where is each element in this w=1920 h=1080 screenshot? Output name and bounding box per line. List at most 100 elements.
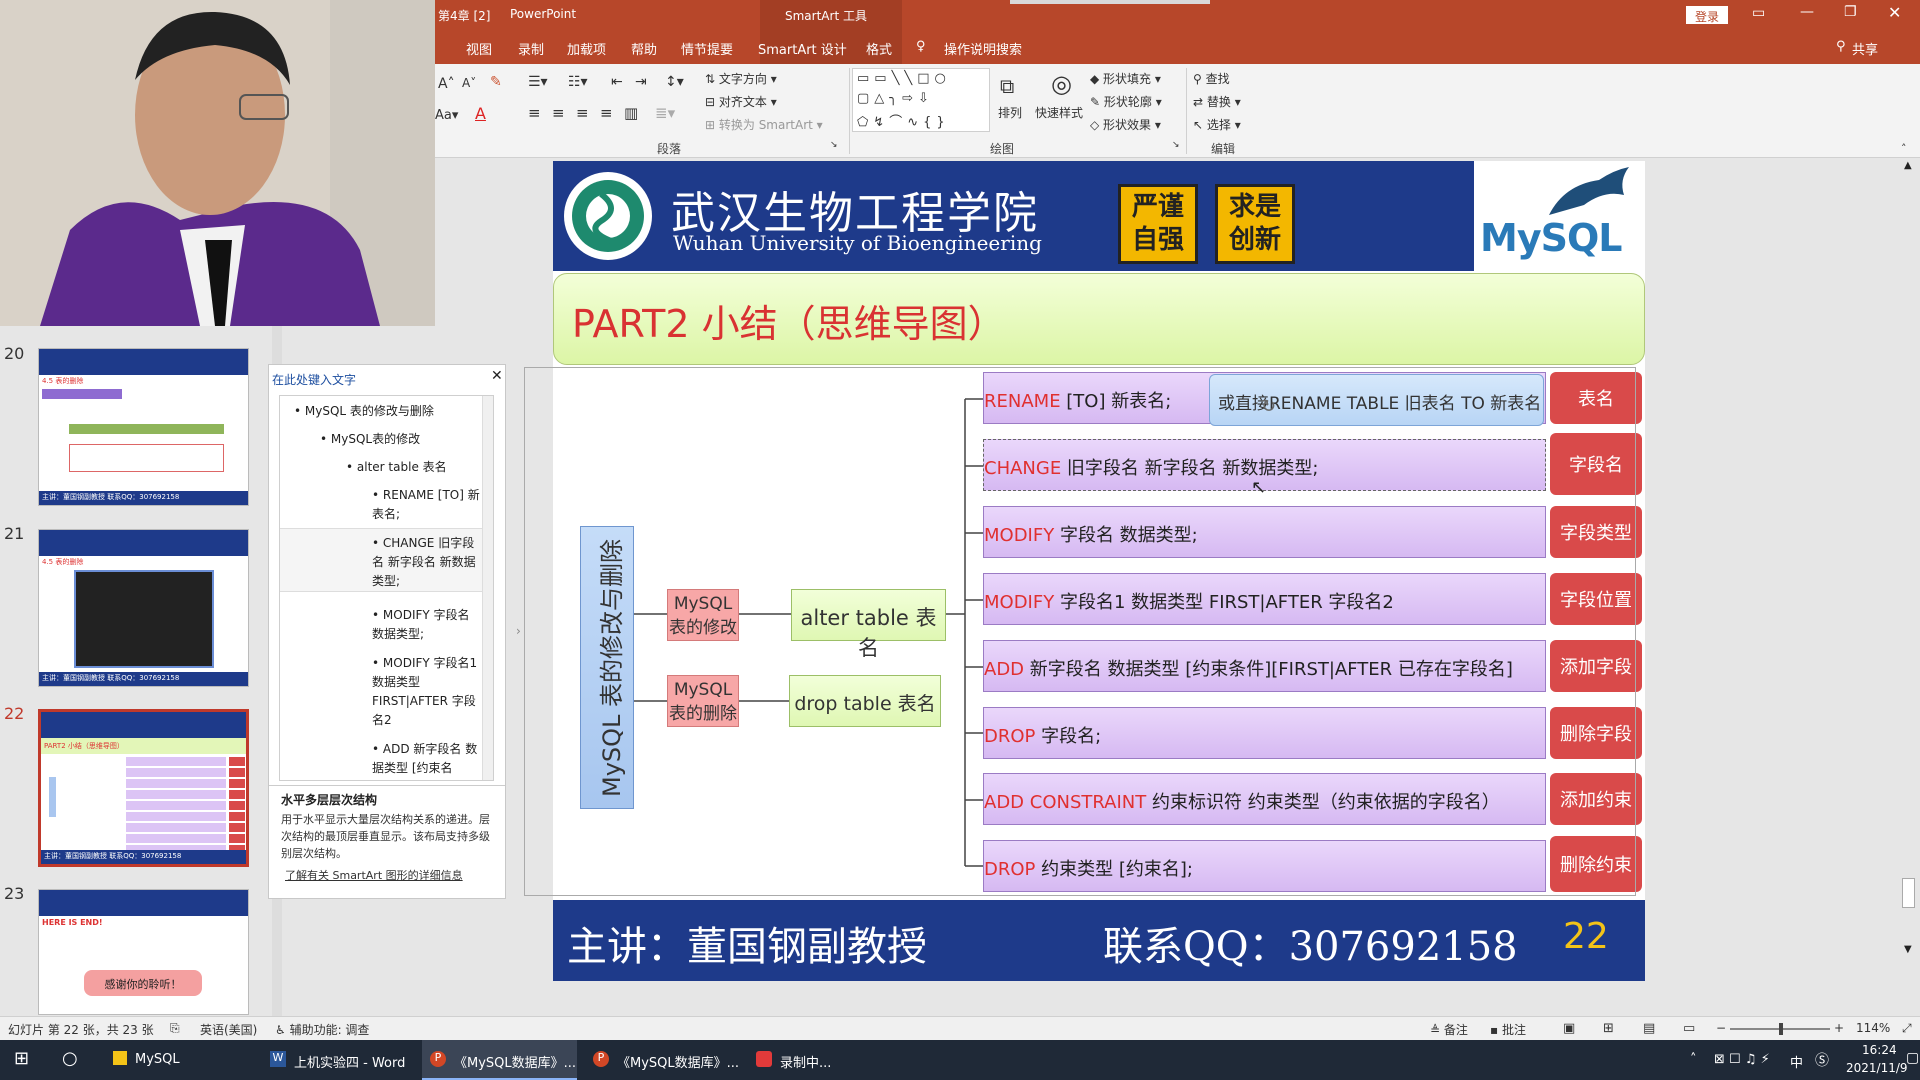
notifications-icon[interactable]: ▢ xyxy=(1906,1040,1919,1080)
slide-thumbnail-23[interactable]: HERE IS END! 感谢你的聆听！ xyxy=(38,889,249,1015)
tray-icons[interactable]: ⊠ ☐ ♫ ⚡ xyxy=(1714,1040,1770,1080)
text-pane-item[interactable]: • RENAME [TO] 新表名; xyxy=(372,486,482,524)
clear-format-icon[interactable]: ✎ xyxy=(490,74,502,90)
arrange-button[interactable]: 排列 xyxy=(998,104,1022,121)
shapes-row-3[interactable]: ⬠↯⌒∿{} xyxy=(857,111,950,130)
shape-effects-button[interactable]: ◇ 形状效果 ▾ xyxy=(1090,116,1161,133)
text-pane-item[interactable]: • alter table 表名 xyxy=(346,458,447,475)
tab-format[interactable]: 格式 xyxy=(866,39,892,58)
accessibility-status[interactable]: ♿ 辅助功能: 调查 xyxy=(275,1021,369,1038)
numbering-icon[interactable]: ☷▾ xyxy=(568,74,588,90)
fit-window-icon[interactable]: ⤢ xyxy=(1902,1021,1912,1036)
text-pane-item[interactable]: • MySQL表的修改 xyxy=(320,430,420,447)
statement-row[interactable]: DROP 约束类型 [约束名]; xyxy=(983,840,1546,892)
ime-icon[interactable]: Ⓢ xyxy=(1815,1040,1829,1080)
minimize-icon[interactable]: — xyxy=(1800,4,1814,20)
close-icon[interactable]: ✕ xyxy=(1888,3,1901,22)
taskbar-item[interactable]: 录制中... xyxy=(748,1040,898,1080)
shrink-font-icon[interactable]: A˅ xyxy=(462,76,476,90)
drawing-launcher-icon[interactable]: ↘ xyxy=(1172,140,1180,150)
text-pane-item[interactable]: • MODIFY 字段名 数据类型; xyxy=(372,606,482,644)
zoom-slider-thumb[interactable] xyxy=(1779,1023,1783,1035)
slide-canvas[interactable]: 武汉生物工程学院 Wuhan University of Bioengineer… xyxy=(553,161,1645,981)
tab-help[interactable]: 帮助 xyxy=(631,39,657,58)
shape-outline-button[interactable]: ✎ 形状轮廓 ▾ xyxy=(1090,93,1162,110)
shapes-gallery[interactable]: ▭▭╲╲□○ ▢△╮⇨⇩ ⬠↯⌒∿{} xyxy=(852,68,990,132)
zoom-out-icon[interactable]: − xyxy=(1716,1021,1726,1035)
distribute-icon[interactable]: ≣▾ xyxy=(655,104,675,122)
text-pane-toggle-icon[interactable]: › xyxy=(516,624,521,638)
rotate-handle-icon[interactable]: ↻ xyxy=(1261,396,1276,417)
zoom-level[interactable]: 114% xyxy=(1856,1021,1890,1035)
editor-scrollbar[interactable]: ▲ ▼ xyxy=(1898,158,1920,1016)
spellcheck-icon[interactable]: ⎘ xyxy=(170,1021,180,1036)
modify-node[interactable]: MySQL表的修改 xyxy=(667,589,739,641)
text-pane-item[interactable]: • MySQL 表的修改与删除 xyxy=(294,402,434,419)
normal-view-icon[interactable]: ▣ xyxy=(1563,1021,1575,1036)
category-label[interactable]: 字段位置 xyxy=(1550,573,1642,625)
select-button[interactable]: ↖ 选择 ▾ xyxy=(1193,116,1241,133)
category-label[interactable]: 字段类型 xyxy=(1550,506,1642,558)
statement-row[interactable]: MODIFY 字段名1 数据类型 FIRST|AFTER 字段名2 xyxy=(983,573,1546,625)
text-pane-close-icon[interactable]: ✕ xyxy=(491,368,503,384)
text-direction-button[interactable]: ⇅ 文字方向 ▾ xyxy=(705,70,777,87)
slide-thumbnail-20[interactable]: 4.5 表的删除 主讲：董国钢副教授 联系QQ：307692158 xyxy=(38,348,249,506)
collapse-ribbon-icon[interactable]: ˄ xyxy=(1901,142,1907,155)
ime-indicator[interactable]: 中 xyxy=(1790,1040,1803,1080)
rename-table-callout[interactable]: 或直接RENAME TABLE 旧表名 TO 新表名 xyxy=(1209,374,1544,426)
slideshow-icon[interactable]: ▭ xyxy=(1683,1021,1695,1036)
quick-styles-icon[interactable]: ◎ xyxy=(1051,70,1072,98)
ribbon-display-icon[interactable]: ▭ xyxy=(1752,5,1765,21)
align-left-icon[interactable]: ≡ xyxy=(528,104,541,122)
quick-styles-button[interactable]: 快速样式 xyxy=(1035,104,1083,121)
increase-indent-icon[interactable]: ⇥ xyxy=(635,74,647,90)
line-spacing-icon[interactable]: ↕▾ xyxy=(665,74,684,90)
scroll-thumb[interactable] xyxy=(1902,878,1915,908)
category-label[interactable]: 字段名 xyxy=(1550,433,1642,495)
part-title-box[interactable]: PART2 小结（思维导图） xyxy=(553,273,1645,365)
reading-view-icon[interactable]: ▤ xyxy=(1643,1021,1655,1036)
language-indicator[interactable]: 英语(美国) xyxy=(200,1021,257,1038)
taskbar-item[interactable]: W 上机实验四 - Word xyxy=(262,1040,412,1080)
align-right-icon[interactable]: ≡ xyxy=(576,104,589,122)
justify-icon[interactable]: ≡ xyxy=(600,104,613,122)
grow-font-icon[interactable]: A˄ xyxy=(438,76,455,92)
font-color-icon[interactable]: A xyxy=(475,104,486,123)
scroll-down-icon[interactable]: ▼ xyxy=(1904,944,1912,955)
taskbar-item[interactable]: P 《MySQL数据库》... xyxy=(585,1040,740,1080)
columns-icon[interactable]: ▥ xyxy=(624,104,638,122)
category-label[interactable]: 删除约束 xyxy=(1550,836,1642,892)
bullets-icon[interactable]: ☰▾ xyxy=(528,74,548,90)
align-text-button[interactable]: ⊟ 对齐文本 ▾ xyxy=(705,93,777,110)
cortana-icon[interactable]: ○ xyxy=(62,1040,78,1080)
learn-more-link[interactable]: 了解有关 SmartArt 图形的详细信息 xyxy=(285,867,463,883)
taskbar-item[interactable]: MySQL xyxy=(105,1040,255,1080)
change-case-icon[interactable]: Aa▾ xyxy=(435,108,458,123)
arrange-icon[interactable]: ⧉ xyxy=(1000,74,1014,98)
tab-smartart-design[interactable]: SmartArt 设计 xyxy=(758,39,847,58)
convert-smartart-button[interactable]: ⊞ 转换为 SmartArt ▾ xyxy=(705,116,823,133)
align-center-icon[interactable]: ≡ xyxy=(552,104,565,122)
tray-chevron-icon[interactable]: ˄ xyxy=(1690,1040,1697,1080)
decrease-indent-icon[interactable]: ⇤ xyxy=(611,74,623,90)
category-label[interactable]: 添加字段 xyxy=(1550,640,1642,692)
shape-fill-button[interactable]: ◆ 形状填充 ▾ xyxy=(1090,70,1161,87)
taskbar-item-active[interactable]: P 《MySQL数据库》... xyxy=(422,1040,577,1080)
statement-row[interactable]: ADD CONSTRAINT 约束标识符 约束类型（约束依据的字段名） xyxy=(983,773,1546,825)
tab-view[interactable]: 视图 xyxy=(466,39,492,58)
text-pane-item-active[interactable]: • CHANGE 旧字段名 新字段名 新数据类型; xyxy=(372,534,482,591)
login-button[interactable]: 登录 xyxy=(1686,6,1728,24)
tab-addins[interactable]: 加载项 xyxy=(567,39,606,58)
find-button[interactable]: ⚲ 查找 xyxy=(1193,70,1230,87)
scroll-up-icon[interactable]: ▲ xyxy=(1904,160,1912,171)
tab-storyboard[interactable]: 情节提要 xyxy=(681,39,733,58)
replace-button[interactable]: ⇄ 替换 ▾ xyxy=(1193,93,1241,110)
tell-me-search[interactable]: 操作说明搜索 xyxy=(944,39,1022,58)
text-pane-list[interactable]: • MySQL 表的修改与删除 • MySQL表的修改 • alter tabl… xyxy=(279,395,494,781)
notes-button[interactable]: ≜ 备注 xyxy=(1430,1021,1468,1038)
alter-table-node[interactable]: alter table 表名 xyxy=(791,589,946,660)
text-pane-item[interactable]: • MODIFY 字段名1 数据类型 FIRST|AFTER 字段名2 xyxy=(372,654,482,730)
comments-button[interactable]: ▪ 批注 xyxy=(1490,1021,1526,1038)
shapes-row-2[interactable]: ▢△╮⇨⇩ xyxy=(857,91,934,106)
statement-row[interactable]: ADD 新字段名 数据类型 [约束条件][FIRST|AFTER 已存在字段名] xyxy=(983,640,1546,692)
